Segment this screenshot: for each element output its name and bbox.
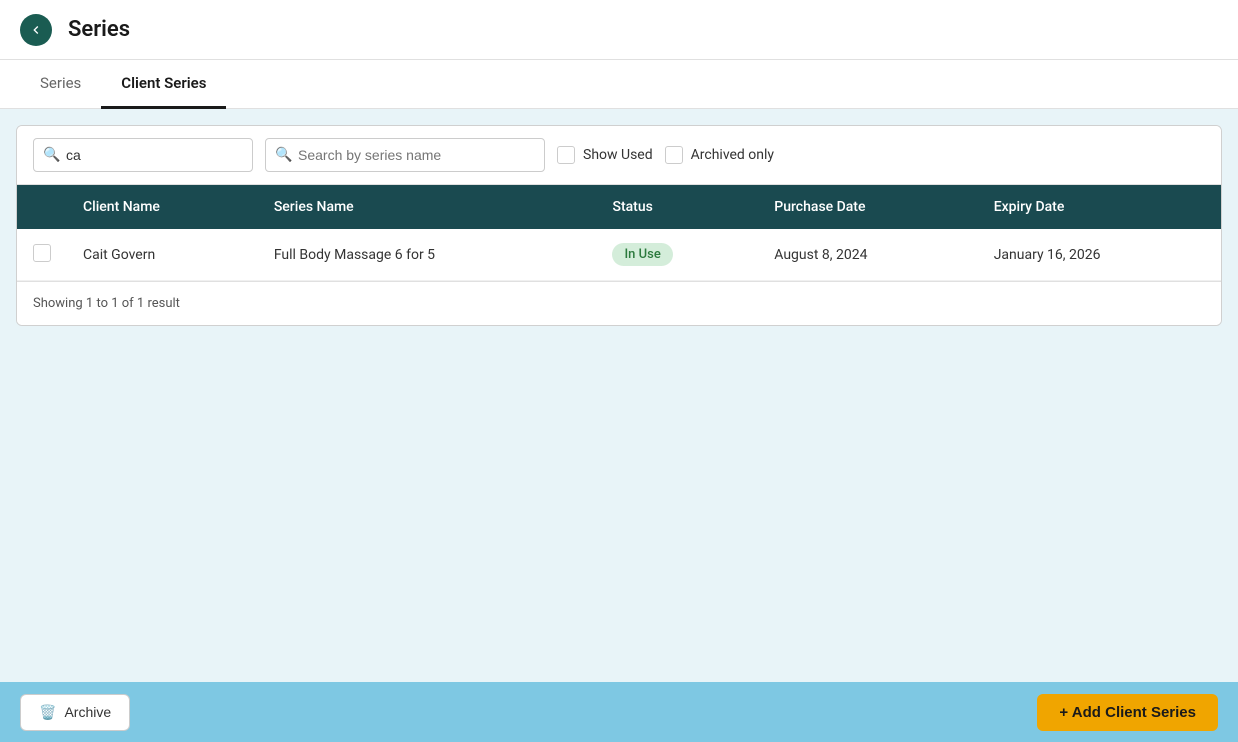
tab-series[interactable]: Series (20, 60, 101, 109)
archived-only-checkbox[interactable] (665, 146, 683, 164)
add-client-series-button[interactable]: + Add Client Series (1037, 694, 1218, 731)
purchase-date-cell: August 8, 2024 (758, 229, 977, 281)
show-used-text: Show Used (583, 147, 653, 163)
series-name-cell: Full Body Massage 6 for 5 (258, 229, 597, 281)
series-search-input[interactable] (265, 138, 545, 172)
pagination-row: Showing 1 to 1 of 1 result (17, 281, 1221, 325)
bottom-bar: 🗑️ Archive + Add Client Series (0, 682, 1238, 742)
archive-label: Archive (64, 704, 111, 720)
archive-icon: 🗑️ (39, 704, 56, 721)
tab-client-series[interactable]: Client Series (101, 60, 226, 109)
col-series-name: Series Name (258, 185, 597, 229)
client-search-icon: 🔍 (43, 147, 60, 163)
archive-button[interactable]: 🗑️ Archive (20, 694, 130, 731)
table-body: Cait Govern Full Body Massage 6 for 5 In… (17, 229, 1221, 281)
col-expiry-date: Expiry Date (978, 185, 1221, 229)
archived-only-text: Archived only (691, 147, 774, 163)
col-client-name: Client Name (67, 185, 258, 229)
client-search-wrapper: 🔍 (33, 138, 253, 172)
filters-row: 🔍 🔍 Show Used Archived only (17, 126, 1221, 185)
tabs-container: Series Client Series (0, 60, 1238, 109)
page-title: Series (68, 17, 130, 42)
series-search-icon: 🔍 (275, 147, 292, 163)
table-row: Cait Govern Full Body Massage 6 for 5 In… (17, 229, 1221, 281)
expiry-date-cell: January 16, 2026 (978, 229, 1221, 281)
table-header: Client Name Series Name Status Purchase … (17, 185, 1221, 229)
col-status: Status (596, 185, 758, 229)
series-search-wrapper: 🔍 (265, 138, 545, 172)
row-select-cell (17, 229, 67, 281)
show-used-checkbox[interactable] (557, 146, 575, 164)
pagination-text: Showing 1 to 1 of 1 result (33, 296, 180, 311)
row-checkbox[interactable] (33, 244, 51, 262)
archived-only-label[interactable]: Archived only (665, 146, 774, 164)
header: Series (0, 0, 1238, 60)
status-cell: In Use (596, 229, 758, 281)
status-badge: In Use (612, 243, 672, 266)
client-name-cell: Cait Govern (67, 229, 258, 281)
client-search-input[interactable] (33, 138, 253, 172)
data-table: Client Name Series Name Status Purchase … (17, 185, 1221, 281)
col-purchase-date: Purchase Date (758, 185, 977, 229)
main-content: 🔍 🔍 Show Used Archived only Clien (0, 109, 1238, 682)
table-container: 🔍 🔍 Show Used Archived only Clien (16, 125, 1222, 326)
add-client-series-label: + Add Client Series (1059, 704, 1196, 721)
show-used-label[interactable]: Show Used (557, 146, 653, 164)
back-button[interactable] (20, 14, 52, 46)
col-select (17, 185, 67, 229)
